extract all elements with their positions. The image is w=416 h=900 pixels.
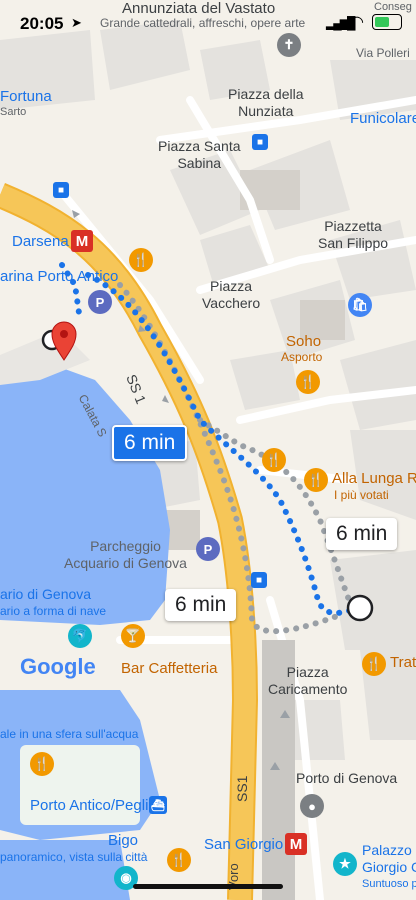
piazzetta-san-filippo-label: Piazzetta San Filippo — [318, 218, 389, 251]
bar-caffetteria-label[interactable]: Bar Caffetteria — [121, 660, 217, 677]
wifi-icon: ◠ — [350, 14, 364, 31]
bar-icon[interactable]: 🍸 — [121, 624, 145, 648]
palazzo-icon[interactable]: ★ — [333, 852, 357, 876]
location-arrow-icon: ➤ — [71, 15, 82, 30]
acquario-subtitle: ario a forma di nave — [0, 604, 107, 618]
road-ss1-lower-label: SS1 — [234, 775, 250, 802]
annunziata-label[interactable]: Annunziata del Vastato — [122, 0, 275, 17]
porto-di-genova-label[interactable]: Porto di Genova — [296, 770, 397, 787]
status-time: 20:05 — [20, 14, 64, 33]
bigo-subtitle: panoramico, vista sulla città — [0, 850, 148, 864]
restaurant-alla-lunga-icon[interactable]: 🍴 — [304, 468, 328, 492]
battery-icon — [372, 14, 402, 30]
metro-san-giorgio-icon[interactable]: M — [285, 833, 307, 855]
route-time-alt-2-label: 6 min — [175, 593, 227, 616]
piazza-santa-sabina-label: Piazza Santa Sabina — [158, 138, 241, 171]
parking-icon-2[interactable]: P — [196, 537, 220, 561]
restaurant-icon-6[interactable]: 🍴 — [30, 752, 54, 776]
route-time-alt-1[interactable]: 6 min — [326, 518, 398, 550]
alla-lunga-label[interactable]: Alla Lunga R — [332, 470, 416, 487]
home-indicator[interactable] — [133, 884, 283, 889]
route-time-alt-2[interactable]: 6 min — [165, 589, 237, 621]
destination-marker — [346, 594, 374, 622]
palazzo-subtitle: Suntuoso p — [362, 878, 416, 890]
bus-stop-icon-2[interactable]: ■ — [252, 134, 268, 150]
palazzo-label[interactable]: Palazzo S Giorgio C — [362, 842, 416, 876]
restaurant-icon[interactable]: 🍴 — [129, 248, 153, 272]
restaurant-soho-icon[interactable]: 🍴 — [296, 370, 320, 394]
acquario-label[interactable]: ario di Genova — [0, 586, 91, 602]
consegna-label: Conseg — [374, 1, 412, 13]
fortuna-label[interactable]: Fortuna — [0, 88, 52, 105]
parcheggio-label[interactable]: Parcheggio Acquario di Genova — [64, 538, 187, 572]
sarto-label: Sarto — [0, 106, 27, 118]
parking-icon[interactable]: P — [88, 290, 112, 314]
san-giorgio-label[interactable]: San Giorgio — [204, 836, 283, 853]
bus-stop-icon-3[interactable]: ■ — [251, 572, 267, 588]
church-icon[interactable]: ✝ — [277, 33, 301, 57]
bigo-label[interactable]: Bigo — [108, 832, 138, 849]
landmark-icon[interactable]: ● — [300, 794, 324, 818]
trattoria-label[interactable]: Tratt — [390, 654, 416, 671]
piazza-vacchero-label: Piazza Vacchero — [202, 278, 261, 311]
route-time-alt-1-label: 6 min — [336, 522, 388, 545]
google-logo: Google — [20, 654, 96, 679]
route-time-selected-label: 6 min — [124, 431, 176, 454]
funicolare-label[interactable]: Funicolare — [350, 110, 416, 127]
soho-label[interactable]: Soho — [286, 333, 321, 350]
bus-stop-icon[interactable]: ■ — [53, 182, 69, 198]
route-time-selected[interactable]: 6 min — [112, 425, 188, 461]
restaurant-trattoria-icon[interactable]: 🍴 — [362, 652, 386, 676]
annunziata-subtitle: Grande cattedrali, affreschi, opere arte — [100, 16, 306, 30]
restaurant-icon-7[interactable]: 🍴 — [167, 848, 191, 872]
aquarium-icon[interactable]: 🐬 — [68, 624, 92, 648]
restaurant-icon-3[interactable]: 🍴 — [262, 448, 286, 472]
soho-subtitle: Asporto — [281, 350, 323, 364]
via-polleri-label: Via Polleri — [356, 46, 410, 60]
piazza-caricamento-label: Piazza Caricamento — [268, 664, 348, 697]
piazza-nunziata-label: Piazza della Nunziata — [228, 86, 304, 119]
darsena-label[interactable]: Darsena — [12, 233, 69, 250]
porto-antico-pegli-label[interactable]: Porto Antico/Pegli — [30, 797, 148, 814]
metro-darsena-icon[interactable]: M — [71, 230, 93, 252]
sfera-label: ale in una sfera sull'acqua — [0, 727, 139, 741]
ferry-icon[interactable]: ⛴ — [149, 796, 167, 814]
alla-lunga-subtitle: I più votati — [334, 488, 389, 502]
map-canvas[interactable] — [0, 0, 416, 900]
shopping-icon[interactable]: 🛍 — [348, 293, 372, 317]
marina-porto-antico-label[interactable]: arina Porto Antico — [0, 268, 118, 285]
